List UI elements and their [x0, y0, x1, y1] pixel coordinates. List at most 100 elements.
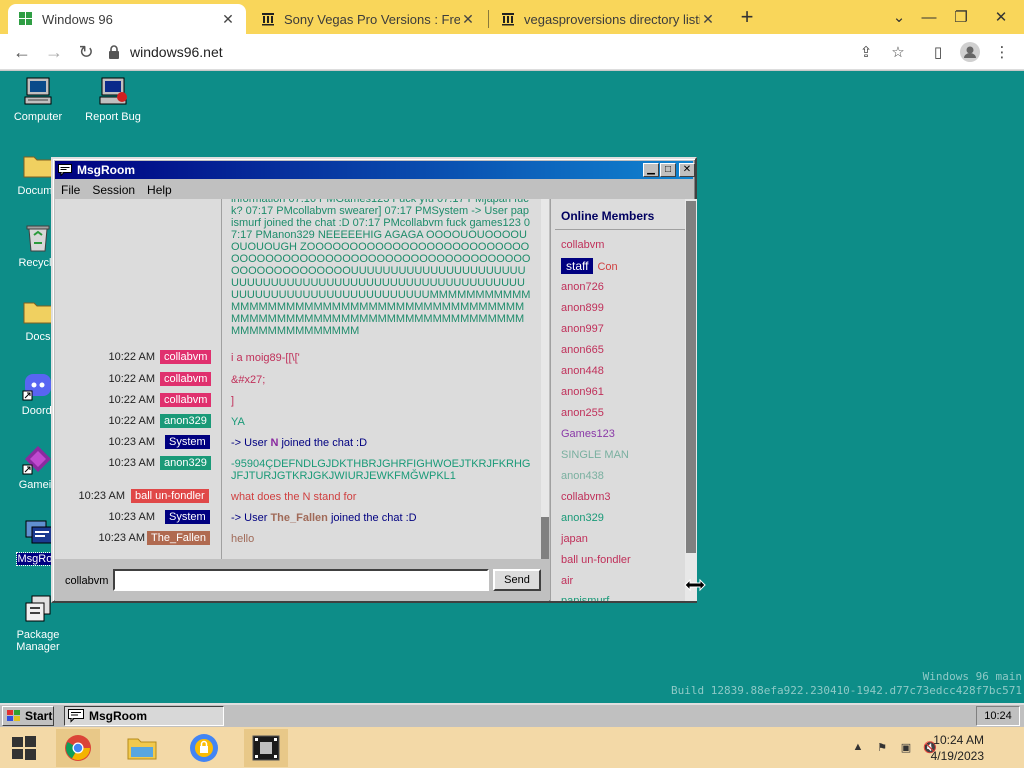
chrome-icon[interactable] [56, 729, 100, 767]
win96-clock: 10:24 [976, 706, 1020, 726]
system-clock[interactable]: 10:24 AM 4/19/2023 [924, 732, 984, 764]
nickname-label: collabvm [65, 575, 109, 587]
menu-bar: File Session Help [55, 181, 178, 199]
flag-icon[interactable]: ⚑ [874, 739, 890, 755]
win96-taskbar: Start MsgRoom 10:24 [0, 703, 1024, 727]
close-tab-icon[interactable]: ✕ [220, 11, 236, 28]
member-item[interactable]: anon255 [561, 407, 604, 419]
menu-help[interactable]: Help [141, 181, 178, 199]
windows-start-icon[interactable] [2, 729, 46, 767]
message-username[interactable]: ball un-fondler [131, 489, 209, 503]
member-item[interactable]: papismurf [561, 595, 609, 601]
menu-session[interactable]: Session [86, 181, 141, 199]
tab-search-chevron-icon[interactable]: ⌄ [884, 5, 914, 29]
member-item[interactable]: collabvm3 [561, 491, 611, 503]
message-username[interactable]: collabvm [160, 350, 212, 364]
tab-vegasproversions[interactable]: vegasproversions directory listinc ✕ [490, 4, 726, 34]
close-icon[interactable]: ✕ [679, 163, 695, 177]
members-divider [555, 229, 685, 230]
member-item[interactable]: anon961 [561, 386, 604, 398]
back-arrow-icon[interactable]: ← [8, 38, 36, 66]
member-item[interactable]: anon726 [561, 281, 604, 293]
desktop-icon-report-bug[interactable]: Report Bug [77, 75, 149, 123]
message-username[interactable]: anon329 [160, 414, 211, 428]
tab-sony-vegas[interactable]: Sony Vegas Pro Versions : Free D ✕ [250, 4, 486, 34]
video-editor-icon[interactable] [244, 729, 288, 767]
network-icon[interactable]: ▣ [898, 739, 914, 755]
message-time: 10:22 AM [108, 394, 155, 406]
member-item[interactable]: anon997 [561, 323, 604, 335]
message-username[interactable]: System [165, 435, 210, 449]
member-item[interactable]: collabvm [561, 239, 604, 251]
show-hidden-icons-icon[interactable]: ▲ [850, 739, 866, 755]
tab-title: vegasproversions directory listinc [524, 11, 700, 27]
message-time: 10:23 AM [98, 532, 145, 544]
browser-tab-strip: Windows 96 ✕ Sony Vegas Pro Versions : F… [0, 0, 1024, 34]
message-username[interactable]: The_Fallen [147, 531, 211, 545]
members-scrollbar[interactable] [685, 199, 697, 601]
share-icon[interactable]: ⇪ [854, 40, 878, 64]
browser-menu-icon[interactable]: ⋮ [990, 40, 1014, 64]
chat-history-overflow: information 07:16 PMGames123 Fuck yIu 07… [231, 199, 531, 337]
member-name: anon726 [561, 281, 604, 293]
send-button[interactable]: Send [493, 569, 541, 591]
members-scroll-thumb[interactable] [686, 201, 696, 553]
member-name: anon438 [561, 470, 604, 482]
windows-taskbar: ▲ ⚑ ▣ 🔇 10:24 AM 4/19/2023 [0, 727, 1024, 768]
side-panel-icon[interactable]: ▯ [926, 40, 950, 64]
vpn-shield-icon[interactable] [182, 729, 226, 767]
message-input[interactable] [113, 569, 489, 591]
start-button[interactable]: Start [2, 706, 54, 726]
restore-window-icon[interactable]: ❐ [946, 5, 976, 29]
message-username[interactable]: collabvm [160, 372, 212, 386]
games-icon [22, 446, 51, 475]
close-window-icon[interactable]: ✕ [986, 5, 1016, 29]
member-item[interactable]: anon438 [561, 470, 604, 482]
joined-username: The_Fallen [270, 512, 328, 524]
msgroom-icon [25, 520, 53, 544]
member-item[interactable]: ball un-fondler [561, 554, 631, 566]
resize-cursor-icon [684, 578, 706, 592]
taskbar-item-msgroom[interactable]: MsgRoom [64, 706, 224, 726]
desktop-icon-computer[interactable]: Computer [2, 75, 74, 123]
close-tab-icon[interactable]: ✕ [460, 11, 476, 28]
file-explorer-icon[interactable] [120, 729, 164, 767]
member-item[interactable]: anon665 [561, 344, 604, 356]
tab-windows96[interactable]: Windows 96 ✕ [8, 4, 246, 34]
member-item[interactable]: japan [561, 533, 588, 545]
message-username[interactable]: System [165, 510, 210, 524]
forward-arrow-icon[interactable]: → [40, 38, 68, 66]
member-name: anon997 [561, 323, 604, 335]
url-text: windows96.net [130, 44, 223, 60]
minimize-window-icon[interactable]: — [914, 5, 944, 29]
chat-scrollbar[interactable] [541, 199, 549, 559]
message-text: -> User The_Fallen joined the chat :D [231, 512, 417, 524]
message-time: 10:22 AM [108, 351, 155, 363]
message-text: hello [231, 533, 255, 545]
new-tab-button[interactable]: + [732, 4, 762, 29]
message-username[interactable]: anon329 [160, 456, 211, 470]
member-name: anon899 [561, 302, 604, 314]
close-tab-icon[interactable]: ✕ [700, 11, 716, 28]
maximize-icon[interactable]: □ [660, 163, 676, 177]
member-item[interactable]: staff Con [561, 258, 618, 274]
message-username[interactable]: collabvm [160, 393, 212, 407]
member-item[interactable]: Games123 [561, 428, 615, 440]
bookmark-star-icon[interactable]: ☆ [886, 40, 910, 64]
profile-avatar-icon[interactable] [958, 40, 982, 64]
chat-scroll-thumb[interactable] [541, 517, 549, 559]
address-bar[interactable]: windows96.net [108, 39, 838, 65]
reload-icon[interactable]: ↻ [72, 38, 100, 66]
member-item[interactable]: anon329 [561, 512, 604, 524]
window-title-bar[interactable]: MsgRoom ▁ □ ✕ [55, 161, 695, 179]
member-item[interactable]: SINGLE MAN [561, 449, 629, 461]
minimize-icon[interactable]: ▁ [643, 163, 659, 177]
desktop-icon-label: Package Manager [16, 629, 60, 653]
member-item[interactable]: anon899 [561, 302, 604, 314]
member-item[interactable]: air [561, 575, 573, 587]
menu-file[interactable]: File [55, 181, 86, 199]
chat-log[interactable]: information 07:16 PMGames123 Fuck yIu 07… [55, 199, 549, 559]
member-name: papismurf [561, 595, 610, 601]
member-item[interactable]: anon448 [561, 365, 604, 377]
message-text: YA [231, 416, 245, 428]
